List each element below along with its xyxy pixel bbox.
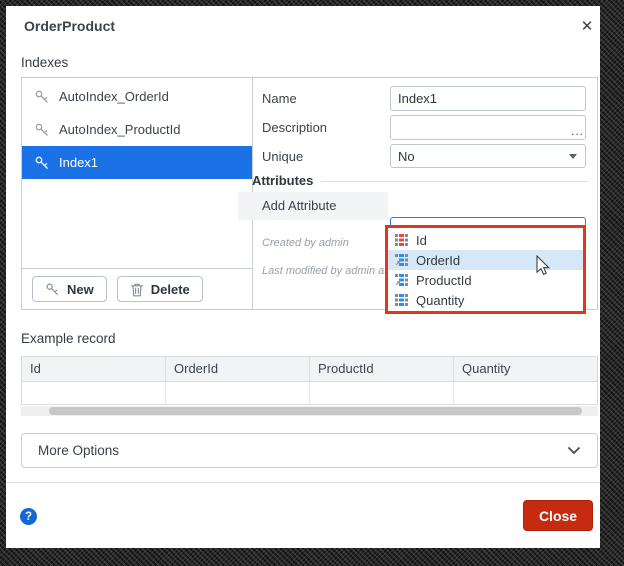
attributes-heading: Attributes [252,173,314,188]
list-item-label: AutoIndex_OrderId [59,89,169,104]
indexes-heading: Indexes [21,55,69,70]
column-header-quantity: Quantity [462,361,511,376]
chevron-down-icon [569,154,577,159]
list-item-autoindex-orderid[interactable]: AutoIndex_OrderId [22,80,252,113]
scrollbar-thumb[interactable] [49,407,582,415]
index-list[interactable]: AutoIndex_OrderId AutoIndex_ProductId In… [22,78,252,269]
dropdown-item-label: Id [416,232,427,248]
column-header-id: Id [22,357,166,381]
trash-icon [130,283,143,296]
attribute-grid-blue-icon [395,294,408,306]
new-index-button[interactable]: New [32,276,107,302]
key-icon [35,90,48,103]
attribute-grid-reference-icon [395,254,408,266]
horizontal-scrollbar[interactable] [21,406,598,416]
unique-select[interactable]: No [390,144,586,168]
heading-rule [321,181,588,182]
description-ellipsis-button[interactable]: ... [571,124,584,138]
unique-label: Unique [262,149,304,164]
key-icon [46,283,58,295]
column-header-productid: ProductId [310,357,454,381]
dropdown-item-label: OrderId [416,252,461,268]
description-field[interactable] [390,115,586,140]
table-row [21,382,598,405]
dialog-title: OrderProduct [24,18,116,34]
unique-value: No [398,148,415,164]
list-item-index1[interactable]: Index1 [22,146,252,179]
attribute-grid-red-icon [395,234,408,246]
list-button-row: New Delete [22,269,252,309]
table-cell [22,382,166,404]
key-icon [35,156,48,169]
chevron-down-icon [567,446,581,455]
table-header-row: Id OrderId ProductId Quantity [21,356,598,382]
mouse-cursor [536,255,551,276]
help-button[interactable]: ? [20,508,37,525]
new-button-label: New [67,281,94,297]
more-options-label: More Options [38,443,120,458]
close-button[interactable]: Close [523,500,593,531]
footer-divider [6,482,600,483]
table-cell [454,382,597,404]
name-field[interactable] [390,86,586,111]
table-cell [166,382,310,404]
list-item-label: Index1 [59,155,99,170]
table-cell [310,382,454,404]
key-icon [35,123,48,136]
delete-button-label: Delete [150,281,190,297]
column-header-orderid: OrderId [166,357,310,381]
orderproduct-dialog: OrderProduct ✕ Indexes AutoIndex_OrderId… [6,6,600,548]
example-record-table: Id OrderId ProductId Quantity [21,356,598,416]
dropdown-item-label: Quantity [416,292,465,308]
dropdown-item-quantity[interactable]: Quantity [388,290,583,310]
delete-index-button[interactable]: Delete [116,276,203,302]
screenshot-frame: OrderProduct ✕ Indexes AutoIndex_OrderId… [0,0,624,566]
list-item-label: AutoIndex_ProductId [59,122,181,137]
add-attribute-label: Add Attribute [262,198,337,213]
list-item-autoindex-productid[interactable]: AutoIndex_ProductId [22,113,252,146]
index-list-pane: AutoIndex_OrderId AutoIndex_ProductId In… [22,78,253,309]
attributes-heading-row: Attributes [252,173,588,188]
created-by-text: Created by admin [262,237,349,249]
name-label: Name [262,91,297,106]
example-record-heading: Example record [21,331,116,346]
more-options-panel[interactable]: More Options [21,433,598,468]
dropdown-item-id[interactable]: Id [388,230,583,250]
window-close-icon[interactable]: ✕ [576,15,598,37]
attribute-dropdown-popup: Id OrderId ProductId Quantity [385,225,586,314]
dropdown-item-label: ProductId [416,272,472,288]
description-label: Description [262,120,328,135]
attribute-grid-reference-icon [395,274,408,286]
